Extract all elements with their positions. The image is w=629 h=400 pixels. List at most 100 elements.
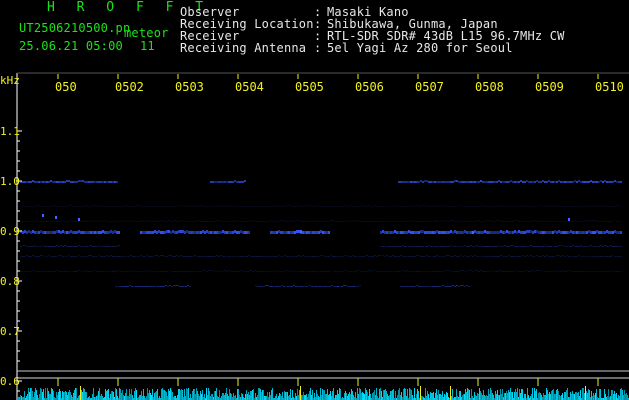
signal-pixel [574,220,576,221]
signal-pixel [590,206,592,207]
signal-pixel [550,181,552,183]
noise-bar [622,390,623,400]
signal-pixel [34,206,36,207]
noise-bar [594,395,595,400]
signal-pixel [135,286,137,287]
signal-pixel [278,271,280,272]
signal-pixel [458,220,460,221]
noise-bar [278,396,279,400]
signal-pixel [288,231,290,234]
signal-pixel [472,181,474,183]
noise-bar [92,394,93,400]
signal-pixel [558,180,560,182]
signal-pixel [190,256,192,257]
signal-pixel [304,271,306,272]
signal-pixel [396,256,398,257]
signal-pixel [72,256,74,257]
signal-pixel [146,221,148,222]
signal-pixel [150,271,152,272]
noise-bar [327,389,328,400]
signal-pixel [46,221,48,222]
signal-pixel [76,181,78,183]
signal-pixel [175,285,177,286]
noise-bar [70,392,71,400]
signal-pixel [376,256,378,257]
signal-pixel [228,256,230,257]
signal-pixel [384,271,386,272]
signal-pixel [492,206,494,207]
signal-pixel [90,245,92,246]
signal-pixel [22,221,24,222]
noise-bar [107,390,108,400]
signal-pixel [614,206,616,207]
signal-pixel [416,221,418,222]
signal-pixel [158,221,160,222]
signal-pixel [240,221,242,222]
signal-pixel [295,286,297,287]
noise-floor [18,386,629,400]
signal-pixel [344,205,346,206]
signal-pixel [370,206,372,207]
signal-pixel [262,256,264,257]
noise-bar [36,390,37,400]
signal-pixel [232,181,234,183]
signal-pixel [92,221,94,222]
signal-pixel [548,205,550,206]
noise-bar [175,396,176,400]
signal-pixel [502,231,504,234]
noise-bar [478,394,479,400]
signal-pixel [426,271,428,272]
signal-pixel [294,271,296,272]
signal-pixel [254,256,256,257]
signal-pixel [430,206,432,207]
signal-pixel [474,230,476,233]
signal-pixel [606,256,608,257]
signal-pixel [156,231,158,234]
signal-pixel [518,246,520,247]
noise-bar [592,396,593,400]
signal-pixel [410,181,412,183]
signal-pixel [600,271,602,272]
signal-pixel [416,231,418,234]
signal-pixel [508,231,510,234]
signal-pixel [312,271,314,272]
signal-pixel [248,271,250,272]
signal-pixel [198,206,200,207]
signal-pixel [506,271,508,272]
signal-pixel [100,181,102,183]
signal-pixel [382,271,384,272]
signal-pixel [110,271,112,272]
noise-bar [351,389,352,400]
signal-pixel [276,231,278,234]
signal-pixel [266,221,268,222]
signal-pixel [600,231,602,234]
noise-bar [151,395,152,400]
signal-pixel [44,231,46,234]
signal-pixel [300,256,302,257]
signal-pixel [240,181,242,183]
signal-pixel [134,256,136,257]
signal-pixel [582,256,584,257]
signal-pixel [420,246,422,247]
time-label: 0505 [295,80,324,94]
signal-pixel [140,205,142,206]
signal-pixel [329,286,331,287]
noise-bar [418,391,419,400]
signal-pixel [360,221,362,222]
signal-pixel [314,256,316,257]
noise-bar [353,395,354,400]
noise-spike [420,386,421,400]
noise-bar [206,388,207,400]
signal-pixel [94,221,96,222]
noise-bar [475,395,476,400]
signal-pixel [454,230,456,233]
signal-pixel [578,231,580,234]
noise-bar [403,389,404,400]
signal-pixel [606,221,608,222]
signal-pixel [314,206,316,207]
signal-pixel [520,180,522,182]
noise-bar [549,392,550,400]
signal-pixel [454,246,456,247]
signal-pixel [20,246,22,247]
signal-pixel [278,221,280,222]
